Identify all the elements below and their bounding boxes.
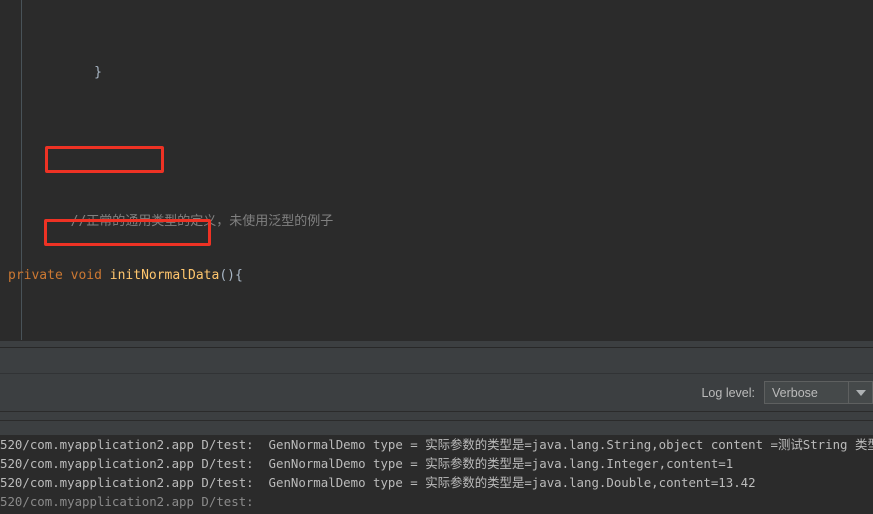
code-line[interactable] — [0, 123, 873, 141]
editor-panel-splitter[interactable] — [0, 340, 873, 348]
code-line[interactable]: } — [0, 54, 873, 80]
logcat-row[interactable]: 520/com.myapplication2.app D/test: GenNo… — [0, 454, 873, 473]
log-level-select[interactable]: Verbose — [764, 381, 873, 404]
logcat-panel-header — [0, 348, 873, 374]
logcat-output[interactable]: 520/com.myapplication2.app D/test: GenNo… — [0, 435, 873, 514]
logcat-row[interactable]: 520/com.myapplication2.app D/test: GenNo… — [0, 435, 873, 454]
chevron-down-icon[interactable] — [848, 382, 872, 403]
code-editor[interactable]: } //正常的通用类型的定义，未使用泛型的例子 private void ini… — [0, 0, 873, 340]
log-level-value[interactable]: Verbose — [765, 382, 848, 403]
code-comment: //正常的通用类型的定义，未使用泛型的例子 — [70, 214, 334, 230]
code-line[interactable]: private void initNormalData(){ — [0, 267, 873, 285]
toolbar-bottom-divider — [0, 412, 873, 421]
code-line[interactable]: //正常的通用类型的定义，未使用泛型的例子 — [0, 195, 873, 229]
code-text[interactable]: } //正常的通用类型的定义，未使用泛型的例子 private void ini… — [0, 0, 873, 340]
logcat-row[interactable]: 520/com.myapplication2.app D/test: GenNo… — [0, 473, 873, 492]
logcat-row-partial[interactable]: 520/com.myapplication2.app D/test: — [0, 492, 873, 511]
log-level-label: Log level: — [701, 385, 755, 400]
logcat-splitter[interactable] — [0, 421, 873, 435]
logcat-toolbar: Log level: Verbose — [0, 374, 873, 412]
ide-window: } //正常的通用类型的定义，未使用泛型的例子 private void ini… — [0, 0, 873, 514]
